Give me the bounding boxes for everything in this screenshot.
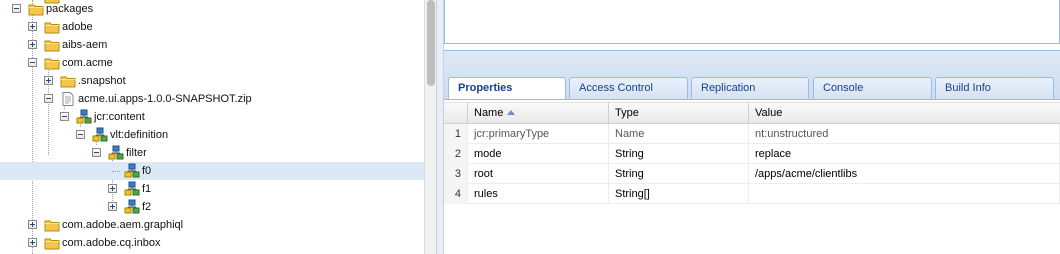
- expand-icon[interactable]: [28, 40, 37, 49]
- node-icon: [124, 163, 140, 179]
- expand-icon[interactable]: [108, 184, 117, 193]
- tab-properties[interactable]: Properties: [448, 77, 566, 101]
- repository-tree[interactable]: packages adobe aibs-aem com.acme .snapshot ac…: [0, 0, 424, 254]
- file-icon: [60, 91, 76, 107]
- property-value[interactable]: [749, 184, 1060, 204]
- tree-node-label: filter: [126, 147, 147, 159]
- tree-node[interactable]: com.adobe.aem.graphiql: [0, 216, 424, 234]
- tree-node-label: vlt:definition: [110, 129, 169, 141]
- row-number: 3: [444, 164, 468, 184]
- folder-icon: [44, 235, 60, 251]
- property-type[interactable]: String: [609, 164, 749, 184]
- node-icon: [124, 199, 140, 215]
- tree-node-label: com.adobe.cq.inbox: [62, 237, 161, 249]
- sort-ascending-icon: [507, 110, 516, 115]
- expand-icon[interactable]: [28, 220, 37, 229]
- tree-node[interactable]: packages: [0, 0, 424, 18]
- row-number-header: [444, 103, 468, 124]
- tree-node-label: f2: [142, 201, 152, 213]
- node-icon: [124, 181, 140, 197]
- node-icon: [92, 127, 108, 143]
- grid-header: Name Type Value: [444, 102, 1060, 124]
- tree-node[interactable]: com.acme: [0, 54, 424, 72]
- property-value[interactable]: /apps/acme/clientlibs: [749, 164, 1060, 184]
- collapse-icon[interactable]: [60, 112, 69, 121]
- tree-scrollbar[interactable]: [424, 0, 436, 254]
- node-icon: [108, 145, 124, 161]
- column-header-name[interactable]: Name: [468, 103, 609, 124]
- expand-icon[interactable]: [28, 238, 37, 247]
- tree-node[interactable]: jcr:content: [0, 108, 424, 126]
- collapse-icon[interactable]: [92, 148, 101, 157]
- tree-node-label: com.adobe.aem.graphiql: [62, 219, 184, 231]
- property-name[interactable]: jcr:primaryType: [468, 124, 609, 144]
- collapse-icon[interactable]: [76, 130, 85, 139]
- tree-node[interactable]: acme.ui.apps-1.0.0-SNAPSHOT.zip: [0, 90, 424, 108]
- column-header-type[interactable]: Type: [609, 103, 749, 124]
- tree-node[interactable]: f2: [0, 198, 424, 216]
- tree-node-label: acme.ui.apps-1.0.0-SNAPSHOT.zip: [78, 93, 252, 105]
- property-type[interactable]: String: [609, 144, 749, 164]
- row-number: 4: [444, 184, 468, 204]
- properties-tabstrip: Properties Access Control Replication Co…: [444, 50, 1060, 101]
- table-row[interactable]: 1 jcr:primaryType Name nt:unstructured: [444, 124, 1060, 144]
- tree-node[interactable]: filter: [0, 144, 424, 162]
- properties-grid: Name Type Value 1 jcr:primaryType Name nt:u…: [444, 100, 1060, 254]
- tree-node-label: .snapshot: [78, 75, 126, 87]
- tree-node[interactable]: f0: [0, 162, 424, 180]
- tree-node[interactable]: adobe: [0, 18, 424, 36]
- folder-icon: [44, 0, 60, 5]
- property-type[interactable]: String[]: [609, 184, 749, 204]
- tree-node-label: aibs-aem: [62, 39, 108, 51]
- folder-icon: [44, 19, 60, 35]
- node-icon: [76, 109, 92, 125]
- editor-pane: [444, 0, 1060, 44]
- collapse-icon[interactable]: [28, 58, 37, 67]
- table-row[interactable]: 4 rules String[]: [444, 184, 1060, 204]
- row-number: 1: [444, 124, 468, 144]
- property-value[interactable]: nt:unstructured: [749, 124, 1060, 144]
- tab-access-control[interactable]: Access Control: [569, 77, 688, 100]
- expand-icon[interactable]: [108, 202, 117, 211]
- tree-node-label: jcr:content: [94, 111, 145, 123]
- folder-icon: [60, 73, 76, 89]
- expand-icon[interactable]: [28, 22, 37, 31]
- folder-icon: [44, 217, 60, 233]
- tree-node-label: adobe: [62, 21, 93, 33]
- tree-node[interactable]: vlt:definition: [0, 126, 424, 144]
- tree-node-label: com.acme: [62, 57, 113, 69]
- property-name[interactable]: rules: [468, 184, 609, 204]
- row-number: 2: [444, 144, 468, 164]
- collapse-icon[interactable]: [12, 4, 21, 13]
- property-name[interactable]: root: [468, 164, 609, 184]
- tree-scrollbar-thumb[interactable]: [427, 0, 435, 86]
- tree-node-label: f1: [142, 183, 152, 195]
- table-row[interactable]: 3 root String/apps/acme/clientlibs: [444, 164, 1060, 184]
- table-row[interactable]: 2 mode String replace: [444, 144, 1060, 164]
- tree-node[interactable]: com.adobe.cq.inbox: [0, 234, 424, 252]
- property-type[interactable]: Name: [609, 124, 749, 144]
- panel-splitter[interactable]: [436, 0, 444, 254]
- tree-node[interactable]: .snapshot: [0, 72, 424, 90]
- expand-icon[interactable]: [44, 76, 53, 85]
- folder-icon: [44, 55, 60, 71]
- tab-console[interactable]: Console: [813, 77, 932, 100]
- collapse-icon[interactable]: [44, 94, 53, 103]
- property-name[interactable]: mode: [468, 144, 609, 164]
- property-value[interactable]: replace: [749, 144, 1060, 164]
- tab-build-info[interactable]: Build Info: [935, 77, 1054, 100]
- tree-node-label: f0: [142, 165, 152, 177]
- column-header-value[interactable]: Value: [749, 103, 1060, 124]
- tab-replication[interactable]: Replication: [691, 77, 809, 100]
- folder-icon: [44, 37, 60, 53]
- tree-node[interactable]: aibs-aem: [0, 36, 424, 54]
- tree-node[interactable]: f1: [0, 180, 424, 198]
- folder-icon: [28, 1, 44, 17]
